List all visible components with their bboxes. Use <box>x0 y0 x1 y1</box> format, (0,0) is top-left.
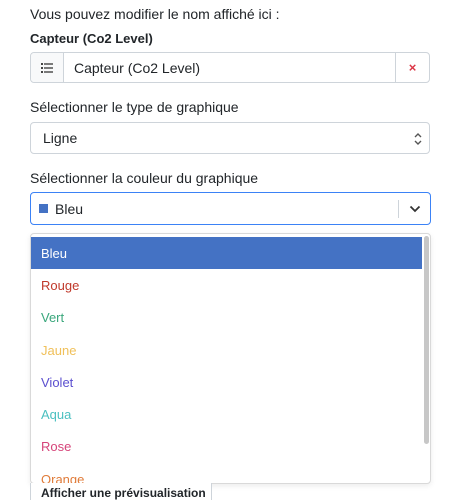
color-option[interactable]: Orange <box>31 463 422 483</box>
sensor-title: Capteur (Co2 Level) <box>30 31 153 46</box>
color-option[interactable]: Rouge <box>31 269 422 301</box>
color-option[interactable]: Rose <box>31 431 422 463</box>
color-swatch <box>39 204 48 213</box>
chart-color-select[interactable]: Bleu <box>30 192 431 225</box>
select-divider <box>398 200 399 218</box>
list-icon <box>31 53 64 82</box>
chevron-updown-icon <box>413 132 423 149</box>
close-icon: × <box>408 60 417 75</box>
color-option[interactable]: Violet <box>31 366 422 398</box>
color-option[interactable]: Aqua <box>31 398 422 430</box>
preview-button[interactable]: Afficher une prévisualisation <box>30 483 212 500</box>
chart-type-value: Ligne <box>43 130 78 146</box>
color-option[interactable]: Jaune <box>31 334 422 366</box>
chart-type-select[interactable]: Ligne <box>30 122 430 154</box>
clear-name-button[interactable]: × <box>395 53 429 82</box>
chart-color-label: Sélectionner la couleur du graphique <box>30 170 259 186</box>
instruction-text: Vous pouvez modifier le nom affiché ici … <box>30 6 280 22</box>
chart-type-label: Sélectionner le type de graphique <box>30 99 239 115</box>
display-name-input-group: × <box>30 52 430 83</box>
color-option[interactable]: Vert <box>31 302 422 334</box>
chevron-down-icon[interactable] <box>405 200 425 218</box>
scrollbar-thumb[interactable] <box>424 236 429 444</box>
chart-color-value: Bleu <box>55 200 84 217</box>
color-options-list: Bleu Rouge Vert Jaune Violet Aqua Rose Orange <box>31 237 422 483</box>
color-options-menu: Bleu Rouge Vert Jaune Violet Aqua Rose Orange <box>30 233 431 484</box>
color-option[interactable]: Bleu <box>31 237 422 270</box>
display-name-input[interactable] <box>64 53 395 82</box>
